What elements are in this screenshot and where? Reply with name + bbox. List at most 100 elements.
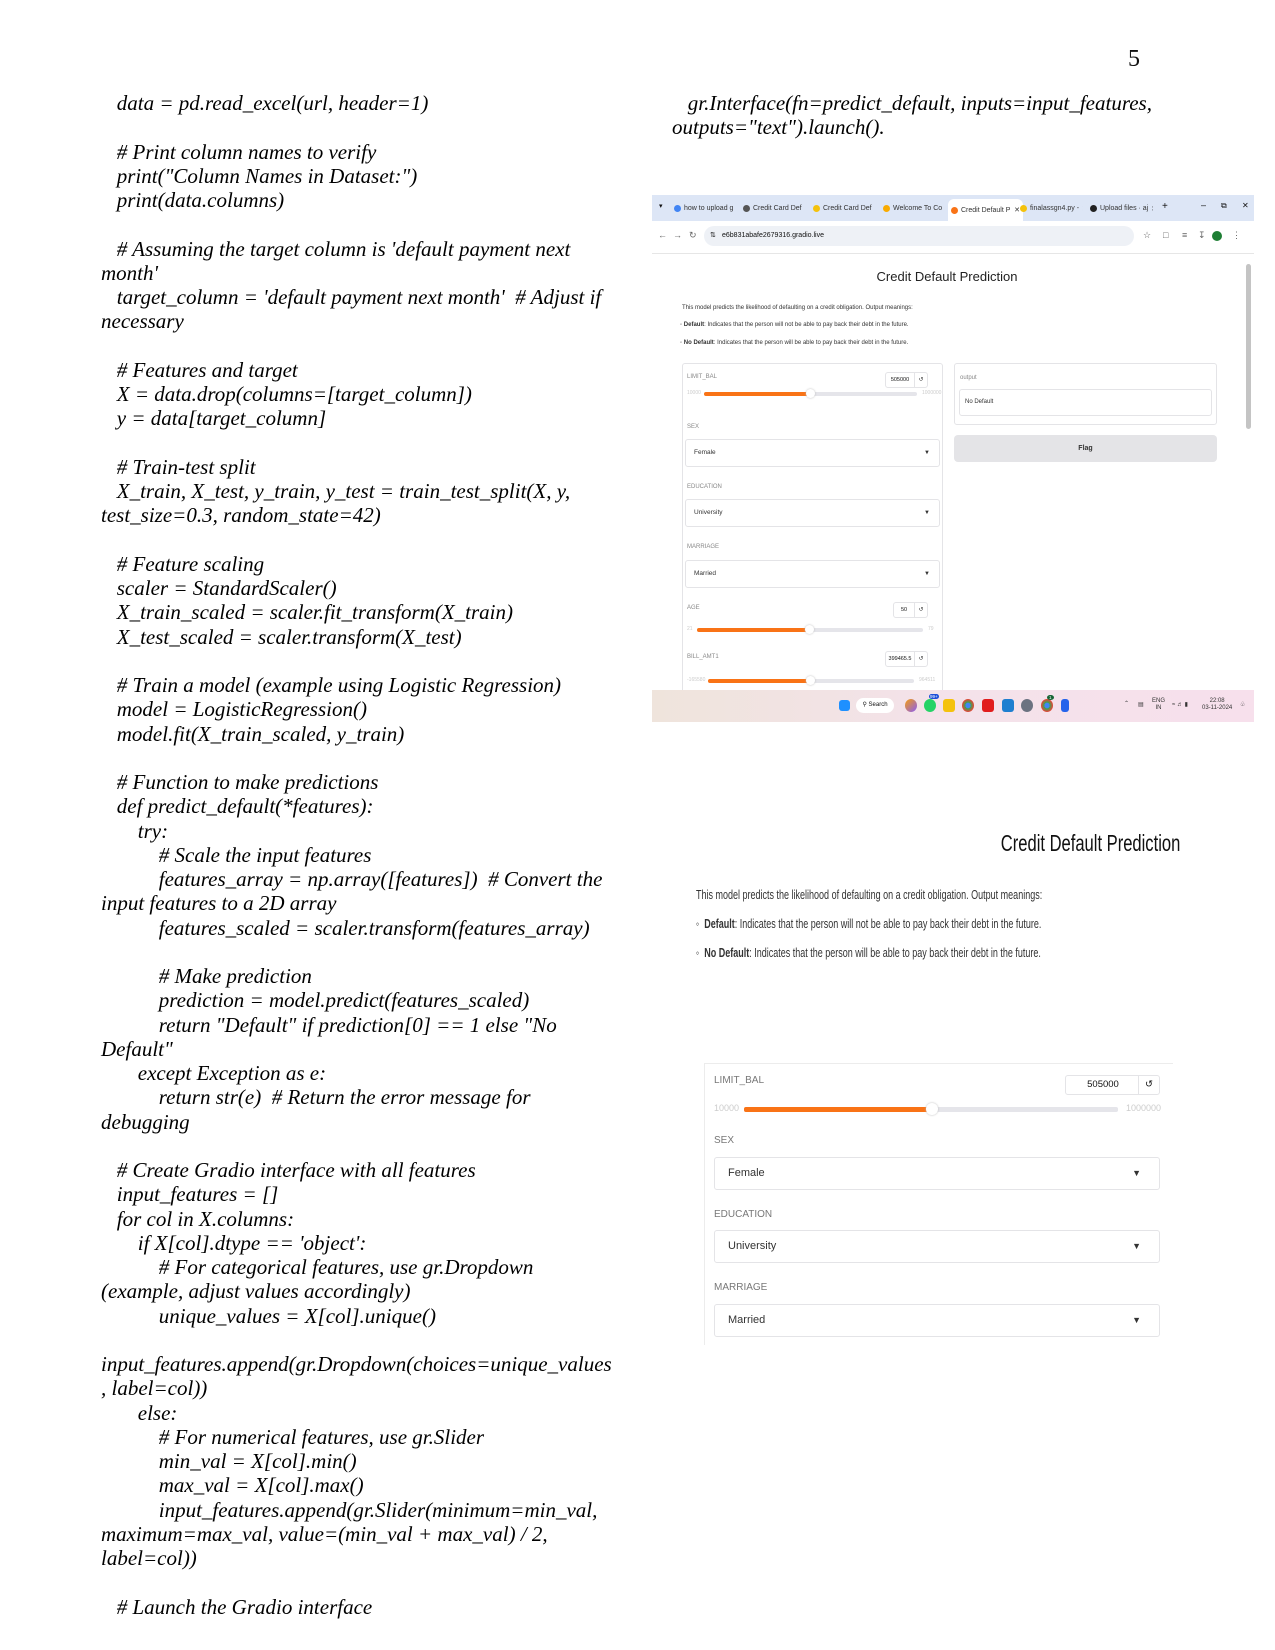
limit-bal-number-input[interactable]: 505000 ↺	[885, 372, 928, 388]
flag-button[interactable]: Flag	[954, 435, 1217, 462]
education-label: EDUCATION	[687, 484, 722, 490]
crop-marriage-dropdown[interactable]: Married ▼	[714, 1304, 1160, 1337]
profile-avatar[interactable]	[1212, 231, 1222, 241]
browser-tab[interactable]: Upload files · aj✕	[1090, 200, 1153, 217]
wifi-volume-battery-icon[interactable]: ≈ ♬ ▮	[1172, 702, 1188, 709]
bullet-term: No Default	[683, 340, 714, 346]
browser-tab[interactable]: Credit Default P ✕	[948, 199, 1023, 221]
file-icon	[1020, 205, 1027, 212]
minimize-icon[interactable]: –	[1201, 200, 1206, 210]
taskbar-search[interactable]: ⚲ Search	[856, 698, 894, 713]
browser-tab[interactable]: Credit Card Def✕	[743, 200, 804, 217]
tray-chevron-up-icon[interactable]: ⌃	[1124, 701, 1129, 708]
caret-down-icon: ▼	[1132, 1315, 1141, 1325]
code-line: label=col))	[101, 1546, 197, 1570]
close-window-icon[interactable]: ✕	[1242, 201, 1249, 210]
scrollbar-thumb[interactable]	[1246, 264, 1251, 429]
slider-thumb[interactable]	[926, 1103, 938, 1115]
vscode-icon[interactable]	[1002, 699, 1014, 712]
crop-education-dropdown[interactable]: University ▼	[714, 1230, 1160, 1263]
code-line: # Launch the Gradio interface	[101, 1594, 373, 1619]
code-line: # For categorical features, use gr.Dropd…	[101, 1255, 534, 1279]
caret-down-icon: ▼	[1132, 1168, 1141, 1178]
code-line: X = data.drop(columns=[target_column])	[101, 382, 472, 406]
age-slider[interactable]	[697, 625, 923, 634]
code-line: except Exception as e:	[101, 1061, 327, 1085]
code-line: Default"	[101, 1036, 173, 1061]
new-tab-plus-icon[interactable]: +	[1162, 201, 1168, 212]
notepad-icon[interactable]	[1061, 699, 1069, 712]
browser-tab[interactable]: Welcome To Co✕	[883, 200, 945, 217]
slider-thumb[interactable]	[805, 625, 814, 634]
limit-bal-slider[interactable]	[704, 389, 917, 398]
youtube-icon[interactable]	[982, 699, 994, 712]
extensions-icon[interactable]: □	[1163, 230, 1168, 240]
caret-down-icon: ▼	[924, 450, 930, 456]
age-number-input[interactable]: 50 ↺	[893, 602, 928, 618]
slider-thumb[interactable]	[805, 389, 815, 398]
output-textbox[interactable]: No Default	[959, 389, 1212, 416]
region-code: IN	[1155, 705, 1162, 711]
language-indicator[interactable]: ENG IN	[1152, 698, 1165, 712]
reset-icon[interactable]: ↺	[914, 603, 927, 618]
reset-icon[interactable]: ↺	[1138, 1076, 1159, 1094]
url-text: e6b831abafe2679316.gradio.live	[722, 232, 824, 239]
code-line: outputs="text").launch().	[672, 115, 885, 140]
notification-bell-icon[interactable]: ♧	[1240, 702, 1245, 709]
caret-down-icon: ▼	[924, 510, 930, 516]
crop-sex-dropdown[interactable]: Female ▼	[714, 1157, 1160, 1190]
code-line: scaler = StandardScaler()	[101, 576, 337, 600]
file-explorer-icon[interactable]	[943, 699, 955, 712]
bookmark-star-icon[interactable]: ☆	[1143, 230, 1151, 241]
code-line: X_train, X_test, y_train, y_test = train…	[101, 479, 571, 503]
bill-amt1-label: BILL_AMT1	[687, 654, 719, 660]
site-info-icon[interactable]: ⇅	[710, 226, 716, 246]
caret-down-icon: ▼	[1132, 1241, 1141, 1251]
code-line: # Features and target	[101, 357, 298, 382]
reading-list-icon[interactable]: ≡	[1182, 230, 1187, 240]
reset-icon[interactable]: ↺	[914, 373, 927, 388]
address-bar[interactable]: ⇅ e6b831abafe2679316.gradio.live	[704, 226, 1134, 246]
chrome-profile-icon[interactable]: 1	[1041, 695, 1054, 712]
menu-kebab-icon[interactable]: ⋮	[1232, 230, 1241, 241]
crop-limit-bal-number-input[interactable]: 505000 ↺	[1065, 1075, 1160, 1095]
close-tab-icon[interactable]: ✕	[1082, 205, 1083, 213]
code-line: # Function to make predictions	[101, 770, 379, 794]
crop-sex-label: SEX	[714, 1135, 735, 1146]
close-tab-icon[interactable]: ✕	[1151, 205, 1153, 213]
settings-gear-icon[interactable]	[1021, 699, 1033, 712]
age-min: 21	[687, 626, 693, 632]
marriage-label: MARRIAGE	[687, 544, 720, 550]
windows-start-icon[interactable]	[839, 700, 850, 711]
chrome-icon[interactable]	[962, 699, 974, 712]
forward-icon[interactable]: →	[673, 230, 682, 240]
marriage-dropdown[interactable]: Married ▼	[685, 560, 940, 588]
google-icon	[674, 205, 681, 212]
back-icon[interactable]: ←	[658, 230, 667, 240]
bill-amt1-number-input[interactable]: 399465.5 ↺	[885, 651, 928, 667]
browser-tab[interactable]: finalassgn4.py -✕	[1020, 200, 1083, 217]
browser-tab[interactable]: Credit Card Def✕	[813, 200, 875, 217]
code-line: X_train_scaled = scaler.fit_transform(X_…	[101, 600, 513, 625]
restore-icon[interactable]: ⧉	[1221, 201, 1227, 211]
reload-icon[interactable]: ↻	[689, 230, 697, 241]
copilot-icon[interactable]	[905, 699, 917, 712]
tray-monitor-icon[interactable]: ▤	[1138, 702, 1144, 709]
sex-dropdown[interactable]: Female ▼	[685, 439, 940, 467]
crop-education-label: EDUCATION	[714, 1209, 773, 1220]
tab-label: Credit Default P	[961, 206, 1011, 214]
reset-icon[interactable]: ↺	[914, 652, 927, 667]
education-dropdown[interactable]: University ▼	[685, 499, 940, 527]
notification-badge: 1	[1047, 695, 1054, 700]
whatsapp-icon[interactable]: 99+	[924, 694, 939, 712]
browser-tab[interactable]: how to upload g✕	[674, 200, 734, 217]
bill-amt1-slider[interactable]	[708, 676, 914, 685]
clock[interactable]: 22:08 03-11-2024	[1202, 698, 1232, 712]
slider-thumb[interactable]	[806, 676, 815, 685]
inputs-panel	[682, 363, 943, 693]
download-icon[interactable]: ↧	[1198, 230, 1206, 241]
tab-list-chevron-icon[interactable]: ▾	[659, 202, 663, 210]
code-line: # Train a model (example using Logistic …	[101, 673, 562, 697]
page-number: 5	[1128, 46, 1140, 72]
crop-limit-bal-slider[interactable]	[744, 1103, 1118, 1115]
